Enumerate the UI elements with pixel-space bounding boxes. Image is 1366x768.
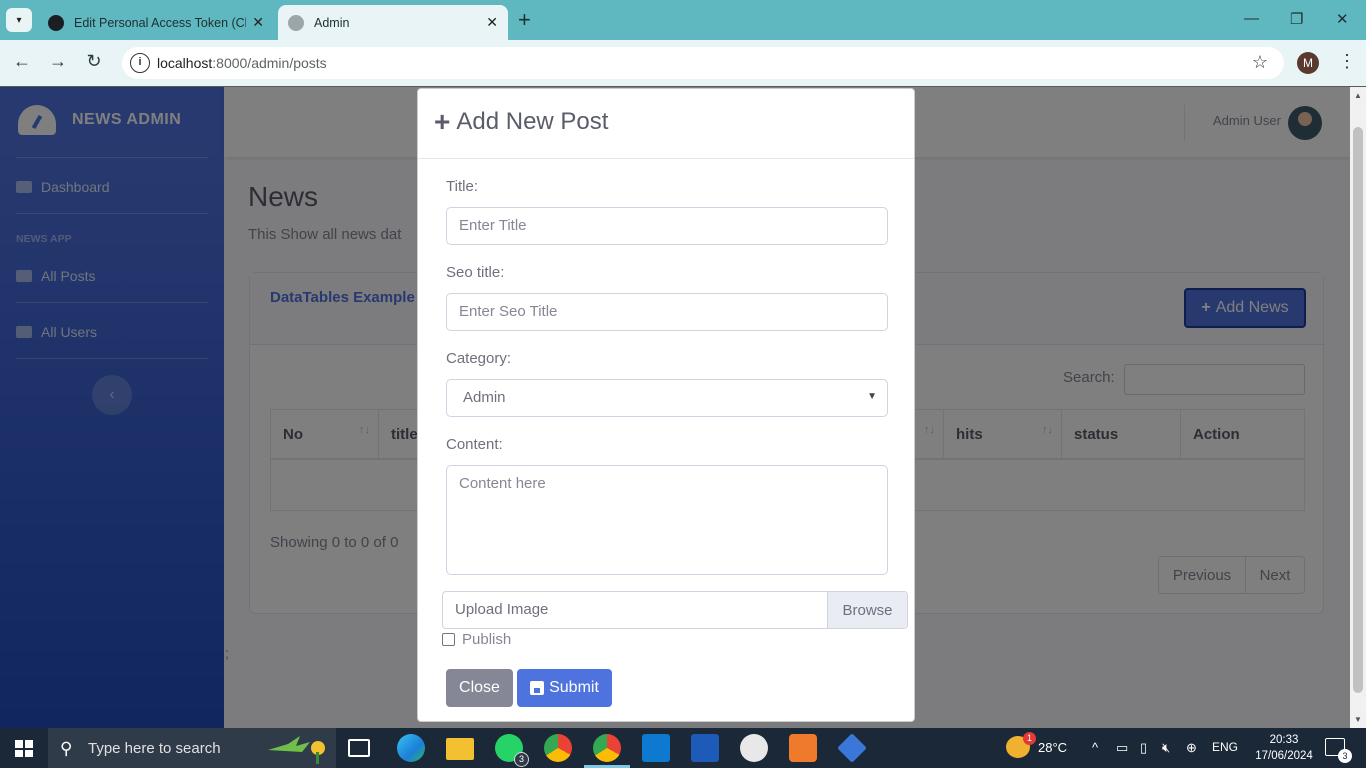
reload-icon[interactable]: ↻ (82, 51, 106, 72)
category-value: Admin (463, 389, 506, 406)
profile-avatar[interactable]: M (1297, 52, 1319, 74)
modal-header: + Add New Post (418, 89, 914, 159)
browser-tab-strip: ▾ Edit Personal Access Token (Cla ✕ Admi… (0, 0, 1366, 40)
category-select[interactable]: Admin ▼ (446, 379, 888, 417)
clock-time: 20:33 (1269, 734, 1299, 746)
whatsapp-badge: 3 (514, 752, 529, 767)
browse-button[interactable]: Browse (827, 592, 907, 628)
add-post-modal: + Add New Post Title: Enter Title Seo ti… (417, 88, 915, 722)
new-tab-button[interactable]: + (518, 8, 531, 32)
chrome-profile-icon[interactable] (593, 734, 621, 762)
seo-title-input[interactable]: Enter Seo Title (446, 293, 888, 331)
seo-title-label: Seo title: (446, 264, 505, 281)
content-textarea[interactable]: Content here (446, 465, 888, 575)
browser-menu-icon[interactable]: ⋮ (1338, 51, 1356, 72)
minimize-icon[interactable]: — (1244, 10, 1259, 27)
close-tab-icon[interactable]: ✕ (252, 14, 264, 31)
network-icon[interactable]: ▯ (1140, 740, 1147, 756)
clock-date: 17/06/2024 (1255, 750, 1313, 762)
window-close-icon[interactable]: ✕ (1336, 10, 1349, 28)
browser-toolbar: ← → ↻ i localhost:8000/admin/posts ☆ (0, 40, 1366, 86)
weather-icon[interactable]: 1 (1006, 732, 1036, 758)
temperature[interactable]: 28°C (1038, 740, 1067, 755)
hummingbird-icon (268, 736, 325, 764)
task-view-icon[interactable] (348, 739, 370, 757)
category-label: Category: (446, 350, 512, 367)
scroll-down-icon[interactable]: ▼ (1354, 715, 1362, 724)
page-scrollbar[interactable]: ▲ ▼ (1350, 87, 1366, 728)
tab-github[interactable]: Edit Personal Access Token (Cla ✕ (38, 5, 274, 40)
language-indicator[interactable]: ENG (1212, 740, 1238, 754)
address-bar[interactable]: i localhost:8000/admin/posts ☆ (122, 47, 1284, 79)
battery-icon[interactable]: ▭ (1116, 740, 1128, 756)
chrome-icon[interactable] (544, 734, 572, 762)
plus-icon: + (434, 106, 451, 137)
publish-label: Publish (462, 631, 512, 648)
close-tab-icon[interactable]: ✕ (486, 14, 498, 31)
submit-button[interactable]: Submit (517, 669, 612, 707)
upload-label: Upload Image (455, 601, 549, 618)
taskbar-search[interactable]: ⚲ Type here to search (48, 728, 336, 768)
weather-badge: 1 (1023, 732, 1036, 745)
word-icon[interactable] (691, 734, 719, 762)
site-info-icon[interactable]: i (130, 53, 150, 73)
notification-badge: 3 (1338, 749, 1352, 763)
taskbar-search-text: Type here to search (88, 739, 221, 757)
content-label: Content: (446, 436, 503, 453)
chevron-down-icon: ▼ (867, 391, 877, 402)
whatsapp-icon[interactable]: 3 (495, 734, 529, 767)
url-text: localhost:8000/admin/posts (157, 55, 327, 71)
globe-icon (288, 14, 304, 31)
vscode-icon[interactable] (642, 734, 670, 762)
modal-title: + Add New Post (434, 106, 609, 137)
title-input[interactable]: Enter Title (446, 207, 888, 245)
back-icon[interactable]: ← (10, 51, 34, 72)
tab-admin[interactable]: Admin ✕ (278, 5, 508, 40)
tab-title: Admin (314, 15, 350, 30)
git-icon[interactable] (837, 733, 867, 763)
tab-search-icon[interactable]: ▾ (6, 8, 32, 32)
restore-icon[interactable]: ❐ (1290, 10, 1303, 28)
forward-icon[interactable]: → (46, 51, 70, 72)
image-upload[interactable]: Upload Image Browse (442, 591, 908, 629)
publish-checkbox[interactable] (442, 633, 455, 646)
paint-icon[interactable] (740, 734, 768, 762)
notification-icon[interactable]: 3 (1325, 738, 1352, 763)
title-label: Title: (446, 178, 478, 195)
windows-start-icon[interactable] (15, 740, 33, 757)
xampp-icon[interactable] (789, 734, 817, 762)
publish-option[interactable]: Publish (442, 631, 511, 648)
scroll-up-icon[interactable]: ▲ (1354, 91, 1362, 100)
github-icon (48, 14, 64, 31)
bookmark-star-icon[interactable]: ☆ (1252, 52, 1268, 73)
windows-taskbar: ⚲ Type here to search 3 1 28°C ^ ▭ ▯ 🔇︎ … (0, 728, 1366, 768)
edge-icon[interactable] (397, 734, 425, 762)
chevron-up-icon[interactable]: ^ (1092, 740, 1098, 755)
scrollbar-thumb[interactable] (1353, 127, 1363, 693)
volume-muted-icon[interactable]: 🔇︎ (1162, 740, 1170, 756)
tab-title: Edit Personal Access Token (Cla (74, 15, 247, 30)
system-clock[interactable]: 20:33 17/06/2024 (1254, 732, 1314, 764)
save-icon (530, 681, 545, 695)
search-icon: ⚲ (60, 739, 73, 758)
file-explorer-icon[interactable] (446, 738, 474, 760)
close-button[interactable]: Close (446, 669, 513, 707)
language-globe-icon[interactable]: ⊕ (1186, 740, 1197, 756)
